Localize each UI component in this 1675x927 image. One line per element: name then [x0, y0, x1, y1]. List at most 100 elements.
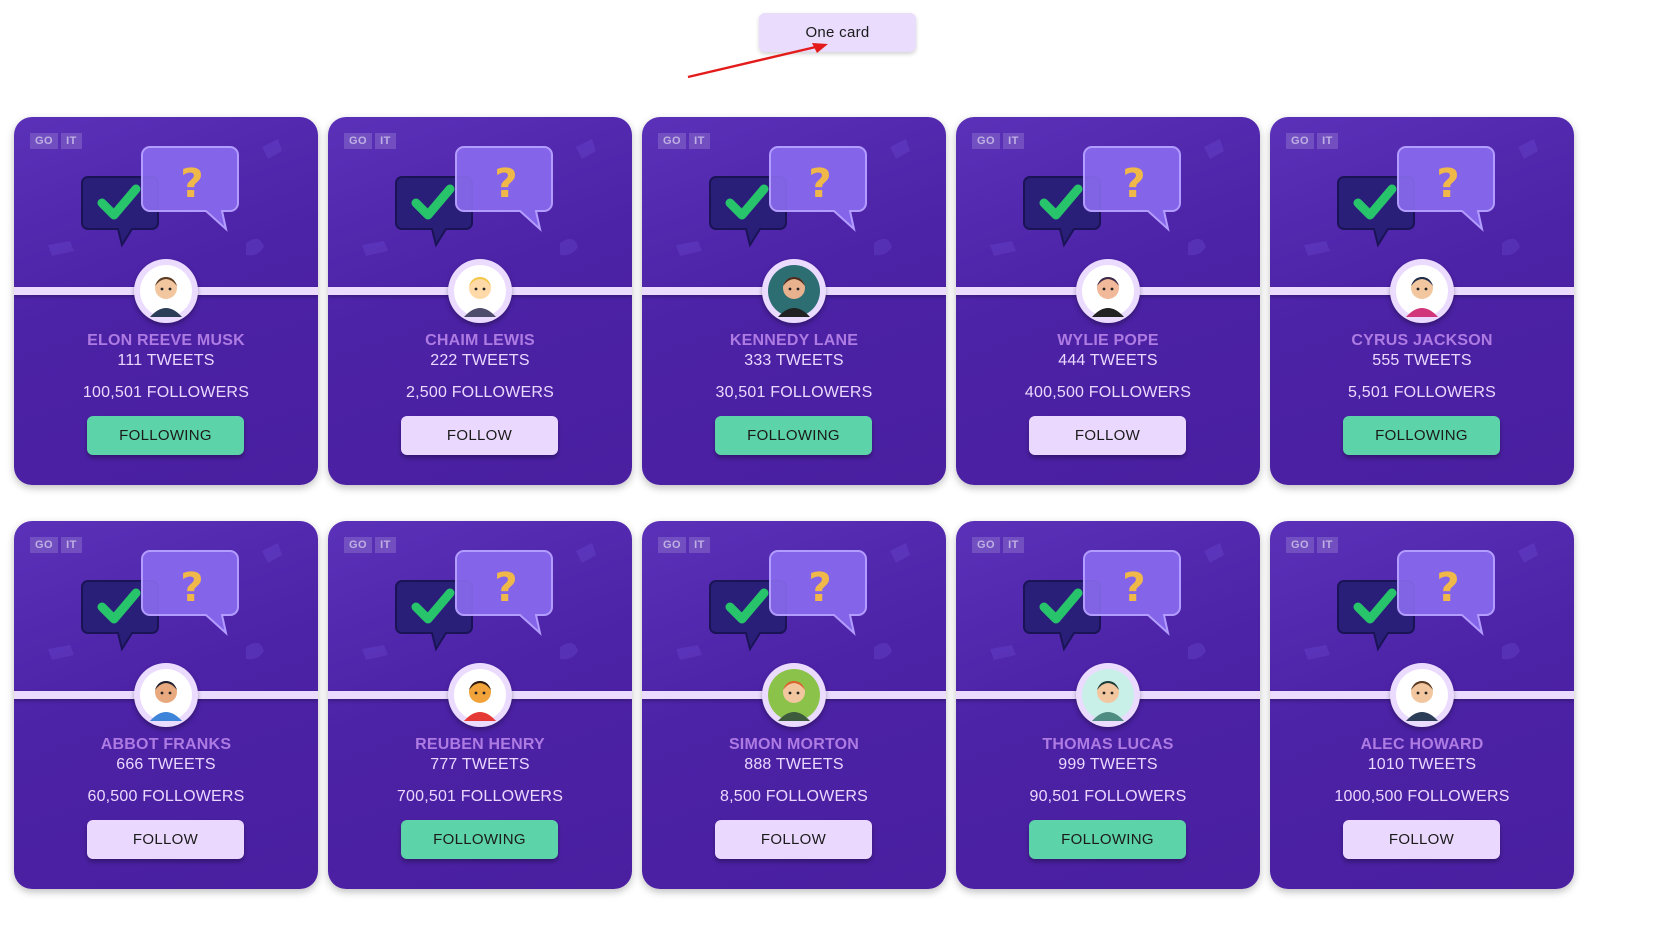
user-card: ? GO IT REUBEN HENRY 777 TWEETS 700,501 …	[328, 521, 632, 889]
goit-logo: GO IT	[30, 537, 82, 553]
logo-it: IT	[61, 133, 82, 149]
annotation-arrow	[687, 43, 828, 79]
goit-logo: GO IT	[1286, 537, 1338, 553]
followers-count: 8,500 FOLLOWERS	[720, 788, 868, 805]
followers-count: 60,500 FOLLOWERS	[87, 788, 245, 805]
tweets-count: 111 TWEETS	[117, 352, 215, 369]
followers-count: 1000,500 FOLLOWERS	[1334, 788, 1510, 805]
man-red-shirt-avatar-icon	[448, 663, 512, 727]
user-card: ? GO IT CYRUS JACKSON 555 TWEETS 5,501 F…	[1270, 117, 1574, 485]
tweets-count: 222 TWEETS	[430, 352, 530, 369]
tweets-count: 444 TWEETS	[1058, 352, 1158, 369]
follow-button[interactable]: FOLLOW	[1343, 820, 1500, 859]
tweets-count: 1010 TWEETS	[1367, 756, 1477, 773]
tweets-count: 999 TWEETS	[1058, 756, 1158, 773]
logo-go: GO	[344, 133, 373, 149]
followers-count: 90,501 FOLLOWERS	[1029, 788, 1187, 805]
user-card: ? GO IT KENNEDY LANE 333 TWEETS 30,501 F…	[642, 117, 946, 485]
followers-count: 400,500 FOLLOWERS	[1024, 384, 1192, 401]
svg-text:?: ?	[808, 565, 831, 611]
logo-it: IT	[61, 537, 82, 553]
man-glasses-avatar-icon	[134, 663, 198, 727]
user-name: CYRUS JACKSON	[1351, 332, 1493, 349]
man-cocktail-avatar-icon	[1076, 259, 1140, 323]
user-name: WYLIE POPE	[1057, 332, 1159, 349]
logo-go: GO	[344, 537, 373, 553]
tweets-count: 666 TWEETS	[116, 756, 216, 773]
user-card: ? GO IT CHAIM LEWIS 222 TWEETS 2,500 FOL…	[328, 117, 632, 485]
follow-button[interactable]: FOLLOW	[715, 820, 872, 859]
user-card: ? GO IT ABBOT FRANKS 666 TWEETS 60,500 F…	[14, 521, 318, 889]
goit-logo: GO IT	[972, 537, 1024, 553]
followers-count: 700,501 FOLLOWERS	[396, 788, 564, 805]
user-card: ? GO IT SIMON MORTON 888 TWEETS 8,500 FO…	[642, 521, 946, 889]
woman-dark-hair-avatar-icon	[1390, 259, 1454, 323]
svg-text:?: ?	[494, 161, 517, 207]
user-card: ? GO IT ELON REEVE MUSK 111 TWEETS 100,5…	[14, 117, 318, 485]
svg-text:?: ?	[1122, 161, 1145, 207]
svg-text:?: ?	[1436, 565, 1459, 611]
man-suit-avatar-icon	[134, 259, 198, 323]
tweets-count: 333 TWEETS	[744, 352, 844, 369]
blond-boy-avatar-icon	[448, 259, 512, 323]
logo-it: IT	[1003, 133, 1024, 149]
following-button[interactable]: FOLLOWING	[1343, 416, 1500, 455]
logo-it: IT	[375, 537, 396, 553]
logo-go: GO	[1286, 537, 1315, 553]
logo-go: GO	[972, 133, 1001, 149]
logo-it: IT	[1003, 537, 1024, 553]
logo-it: IT	[689, 133, 710, 149]
logo-it: IT	[1317, 133, 1338, 149]
followers-count: 5,501 FOLLOWERS	[1348, 384, 1496, 401]
following-button[interactable]: FOLLOWING	[1029, 820, 1186, 859]
graduate-avatar-icon	[1076, 663, 1140, 727]
tweets-count: 777 TWEETS	[430, 756, 530, 773]
svg-text:?: ?	[180, 161, 203, 207]
user-name: CHAIM LEWIS	[425, 332, 535, 349]
logo-go: GO	[30, 133, 59, 149]
user-name: SIMON MORTON	[728, 736, 860, 753]
follow-button[interactable]: FOLLOW	[87, 820, 244, 859]
logo-it: IT	[375, 133, 396, 149]
logo-go: GO	[30, 537, 59, 553]
followers-count: 100,501 FOLLOWERS	[82, 384, 250, 401]
logo-it: IT	[689, 537, 710, 553]
followers-count: 30,501 FOLLOWERS	[715, 384, 873, 401]
following-button[interactable]: FOLLOWING	[715, 416, 872, 455]
goit-logo: GO IT	[344, 133, 396, 149]
followers-count: 2,500 FOLLOWERS	[406, 384, 554, 401]
goit-logo: GO IT	[972, 133, 1024, 149]
following-button[interactable]: FOLLOWING	[87, 416, 244, 455]
logo-it: IT	[1317, 537, 1338, 553]
user-name: THOMAS LUCAS	[1042, 736, 1174, 753]
user-name: ELON REEVE MUSK	[87, 332, 245, 349]
woman-avatar-icon	[762, 259, 826, 323]
tweets-count: 555 TWEETS	[1372, 352, 1472, 369]
user-card: ? GO IT WYLIE POPE 444 TWEETS 400,500 FO…	[956, 117, 1260, 485]
user-name: ABBOT FRANKS	[100, 736, 232, 753]
follow-button[interactable]: FOLLOW	[1029, 416, 1186, 455]
user-name: REUBEN HENRY	[415, 736, 545, 753]
logo-go: GO	[972, 537, 1001, 553]
user-name: ALEC HOWARD	[1360, 736, 1484, 753]
user-card: ? GO IT THOMAS LUCAS 999 TWEETS 90,501 F…	[956, 521, 1260, 889]
svg-text:?: ?	[1436, 161, 1459, 207]
svg-text:?: ?	[494, 565, 517, 611]
logo-go: GO	[658, 133, 687, 149]
goit-logo: GO IT	[344, 537, 396, 553]
svg-text:?: ?	[180, 565, 203, 611]
user-card: ? GO IT ALEC HOWARD 1010 TWEETS 1000,500…	[1270, 521, 1574, 889]
goit-logo: GO IT	[658, 133, 710, 149]
redhead-avatar-icon	[762, 663, 826, 727]
logo-go: GO	[1286, 133, 1315, 149]
user-cards-grid: ? GO IT ELON REEVE MUSK 111 TWEETS 100,5…	[14, 117, 1662, 917]
follow-button[interactable]: FOLLOW	[401, 416, 558, 455]
goit-logo: GO IT	[30, 133, 82, 149]
tweets-count: 888 TWEETS	[744, 756, 844, 773]
logo-go: GO	[658, 537, 687, 553]
goit-logo: GO IT	[658, 537, 710, 553]
svg-text:?: ?	[1122, 565, 1145, 611]
following-button[interactable]: FOLLOWING	[401, 820, 558, 859]
svg-text:?: ?	[808, 161, 831, 207]
user-name: KENNEDY LANE	[729, 332, 859, 349]
